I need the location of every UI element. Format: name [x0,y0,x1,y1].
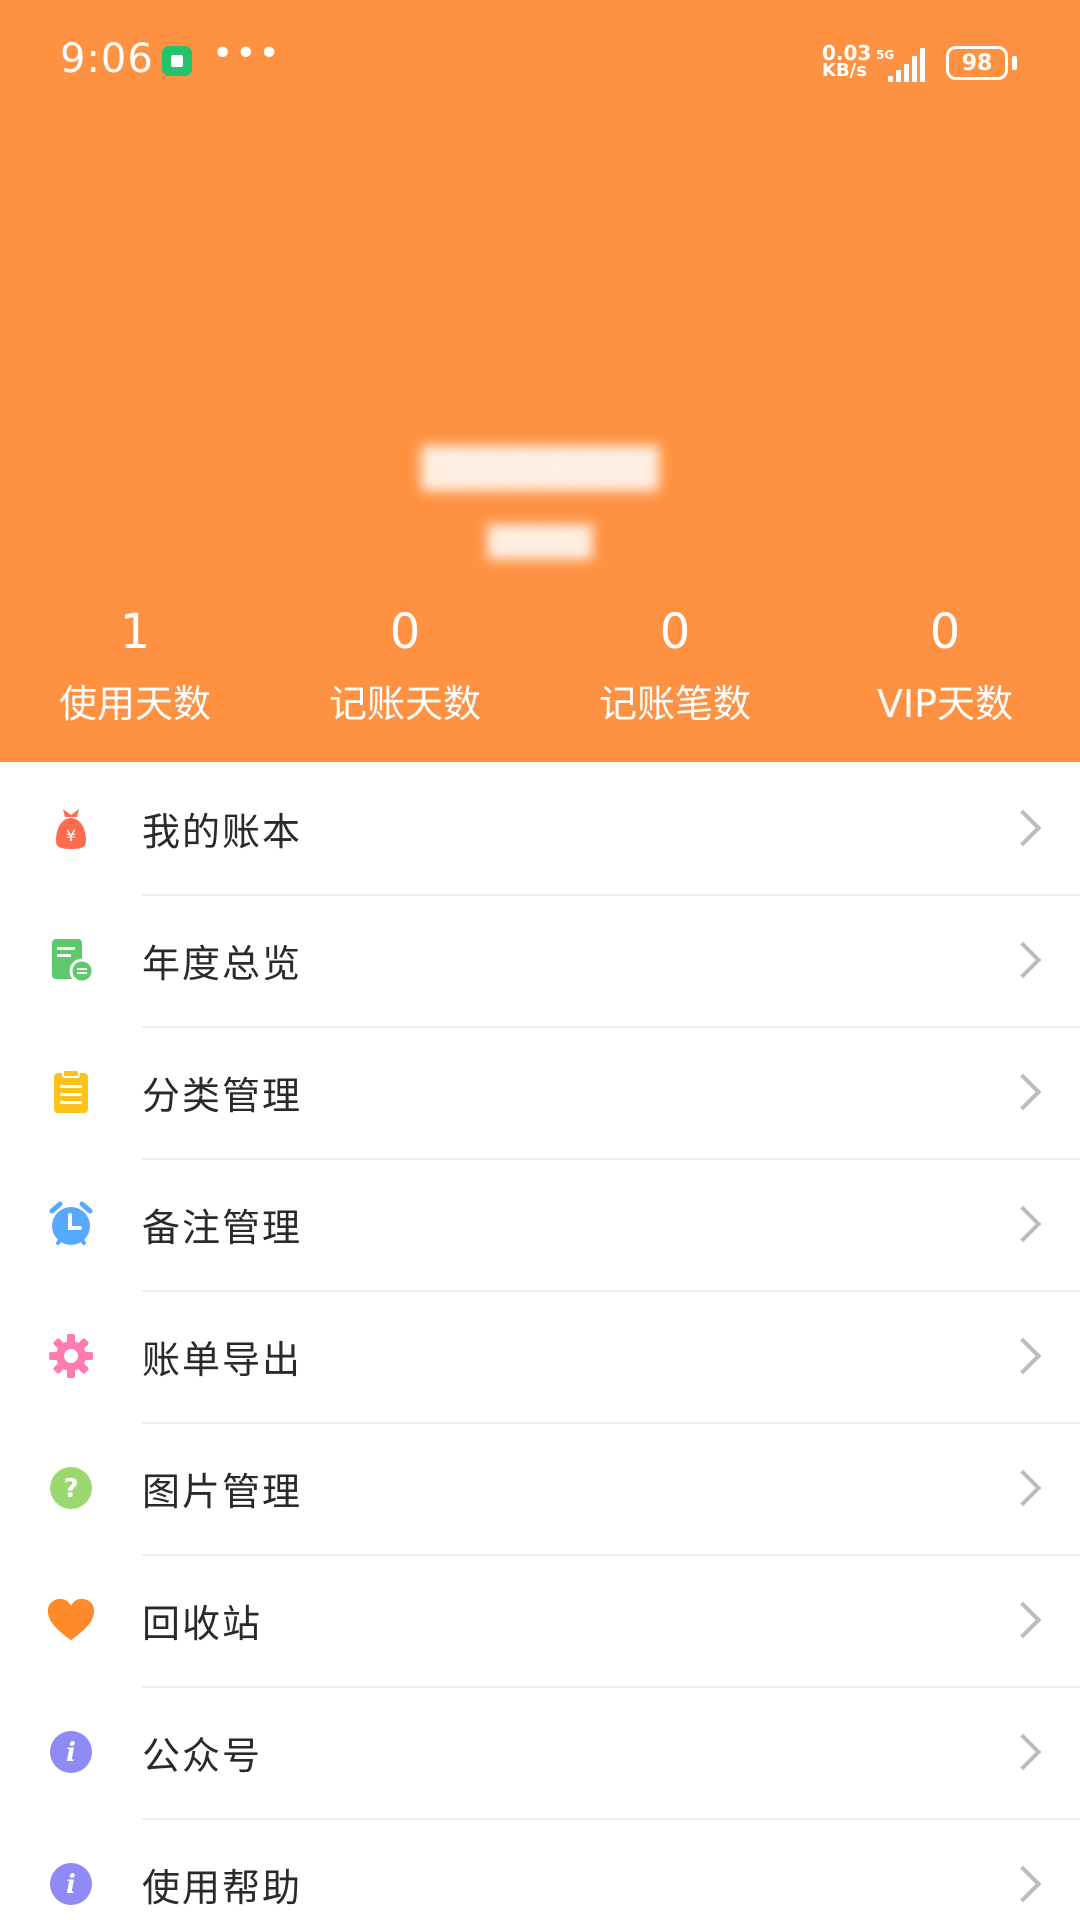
stat-value: 0 [659,604,691,660]
menu-item-label: 分类管理 [142,1073,303,1118]
menu-item-my-ledger[interactable]: ¥ 我的账本 [0,762,1080,894]
chevron-right-icon [1004,809,1042,847]
stat-value: 1 [119,604,151,660]
chevron-right-icon [1004,1337,1042,1375]
signal-icon [882,46,930,82]
menu-item-label: 备注管理 [142,1205,303,1250]
chevron-right-icon [1004,1205,1042,1243]
more-notifications-icon: ••• [212,33,282,74]
network-speed-unit: KB/s [822,60,867,81]
profile-id-blurred: ▇▇▇▇ [487,520,593,560]
status-bar: 9:06 ••• 0.03 KB/s 5G 98 [0,0,1080,130]
network-speed: 0.03 KB/s [822,43,882,84]
settings-menu: ¥ 我的账本 年度总览 分类管理 备注管理 账单导出 ? 图片管理 回收站 i … [0,762,1080,1920]
menu-item-label: 我的账本 [142,809,303,854]
battery-level: 98 [961,50,993,76]
document-list-icon [46,935,96,985]
chevron-right-icon [1004,1469,1042,1507]
alarm-clock-icon [46,1199,96,1249]
stat-value: 0 [929,604,961,660]
menu-item-label: 使用帮助 [142,1865,303,1910]
stats-bar: 1 使用天数 0 记账天数 0 记账笔数 0 VIP天数 [0,600,1080,750]
menu-item-official-account[interactable]: i 公众号 [0,1686,1080,1818]
screen: 9:06 ••• 0.03 KB/s 5G 98 ▇▇▇▇▇▇▇ ▇▇▇▇ 1 … [0,0,1080,1920]
svg-text:i: i [66,1738,76,1768]
profile-name-blurred[interactable]: ▇▇▇▇▇▇▇ [0,440,1080,491]
status-time: 9:06 [60,36,154,82]
app-notification-icon [162,46,192,76]
stat-label: 使用天数 [58,682,211,726]
chevron-right-icon [1004,1601,1042,1639]
battery-icon: 98 [946,46,1008,80]
menu-item-bill-export[interactable]: 账单导出 [0,1290,1080,1422]
menu-item-label: 公众号 [142,1733,263,1778]
menu-item-annual-overview[interactable]: 年度总览 [0,894,1080,1026]
stat-record-days: 0 记账天数 [270,600,540,750]
info-icon: i [46,1727,96,1777]
menu-item-image-management[interactable]: ? 图片管理 [0,1422,1080,1554]
gear-icon [46,1331,96,1381]
chevron-right-icon [1004,1865,1042,1903]
battery-tip [1012,56,1017,70]
info-icon: i [46,1859,96,1909]
stat-usage-days: 1 使用天数 [0,600,270,750]
question-icon: ? [46,1463,96,1513]
chevron-right-icon [1004,1733,1042,1771]
menu-item-label: 账单导出 [142,1337,303,1382]
stat-vip-days: 0 VIP天数 [810,600,1080,750]
chevron-right-icon [1004,941,1042,979]
menu-item-category-management[interactable]: 分类管理 [0,1026,1080,1158]
money-bag-icon: ¥ [46,803,96,853]
menu-item-note-management[interactable]: 备注管理 [0,1158,1080,1290]
stat-label: 记账笔数 [598,682,751,726]
menu-item-recycle-bin[interactable]: 回收站 [0,1554,1080,1686]
stat-record-count: 0 记账笔数 [540,600,810,750]
heart-icon [46,1595,96,1645]
clipboard-icon [46,1067,96,1117]
stat-label: 记账天数 [328,682,481,726]
stat-value: 0 [389,604,421,660]
chevron-right-icon [1004,1073,1042,1111]
profile-header: 9:06 ••• 0.03 KB/s 5G 98 ▇▇▇▇▇▇▇ ▇▇▇▇ 1 … [0,0,1080,762]
menu-item-label: 图片管理 [142,1469,303,1514]
menu-item-label: 年度总览 [142,941,303,986]
menu-item-label: 回收站 [142,1601,263,1646]
svg-text:?: ? [63,1474,78,1504]
svg-text:¥: ¥ [66,826,76,845]
stat-label: VIP天数 [876,682,1014,726]
svg-text:i: i [66,1870,76,1900]
menu-item-help[interactable]: i 使用帮助 [0,1818,1080,1920]
